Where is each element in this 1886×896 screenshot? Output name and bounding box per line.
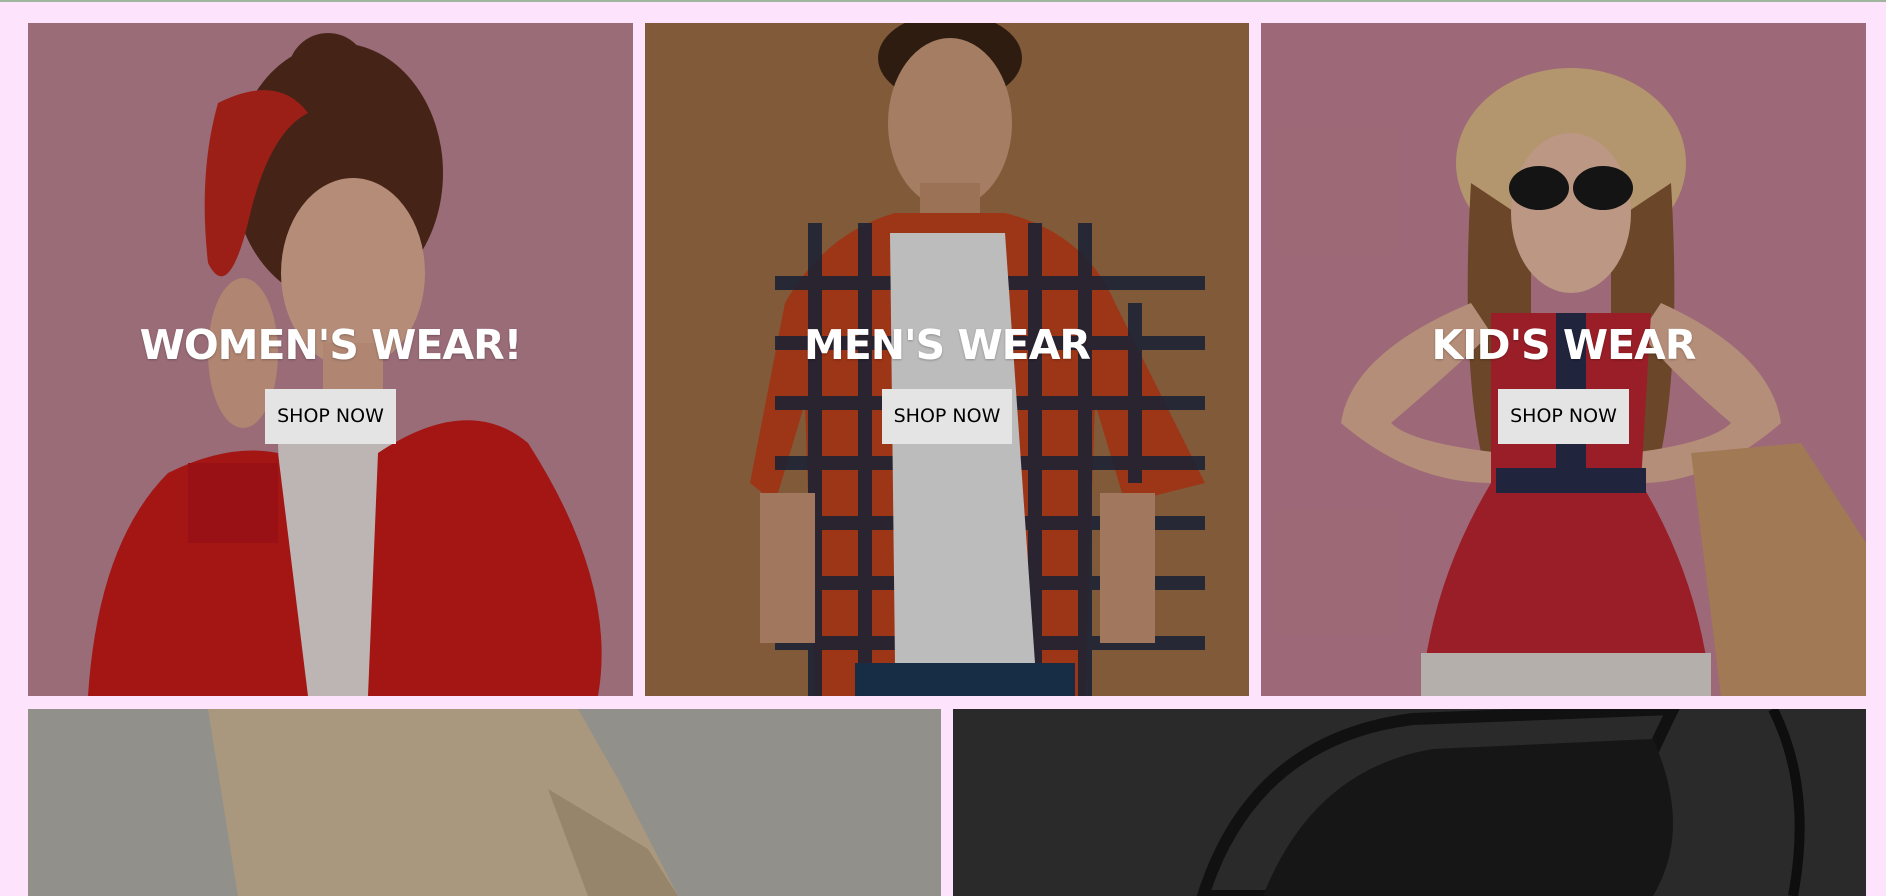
category-card-womens[interactable]: WOMEN'S WEAR! SHOP NOW: [28, 23, 633, 696]
card-content: WOMEN'S WEAR! SHOP NOW: [28, 317, 633, 444]
accessories-image: [953, 709, 1866, 896]
shop-now-button[interactable]: SHOP NOW: [881, 389, 1013, 444]
category-title: WOMEN'S WEAR!: [139, 321, 523, 369]
category-card-kids[interactable]: KID'S WEAR SHOP NOW: [1261, 23, 1866, 696]
shop-now-button[interactable]: SHOP NOW: [1498, 389, 1629, 444]
category-card-bottom-left[interactable]: [28, 709, 941, 896]
card-content: MEN'S WEAR SHOP NOW: [645, 317, 1249, 444]
category-card-mens[interactable]: MEN'S WEAR SHOP NOW: [645, 23, 1249, 696]
top-border-line: [0, 0, 1886, 2]
card-content: KID'S WEAR SHOP NOW: [1261, 317, 1866, 444]
shop-now-button[interactable]: SHOP NOW: [265, 389, 396, 444]
card-shade-overlay: [28, 709, 941, 896]
category-title: KID'S WEAR: [1431, 321, 1697, 369]
category-card-bottom-right[interactable]: [953, 709, 1866, 896]
category-title: MEN'S WEAR: [803, 321, 1091, 369]
